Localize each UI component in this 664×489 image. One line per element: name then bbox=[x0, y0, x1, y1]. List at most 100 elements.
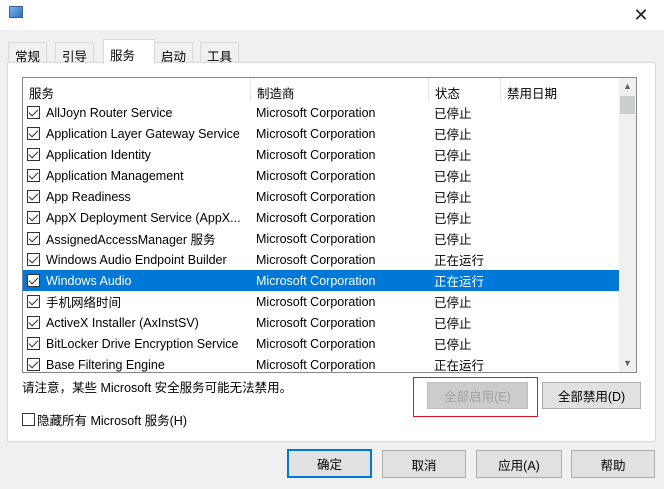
vertical-scrollbar[interactable]: ▲ ▼ bbox=[619, 78, 636, 372]
service-name-cell: Application Identity bbox=[23, 148, 251, 162]
service-name: AllJoyn Router Service bbox=[46, 105, 173, 120]
hide-ms-services[interactable]: 隐藏所有 Microsoft 服务(H) bbox=[22, 410, 187, 429]
service-name-cell: Windows Audio bbox=[23, 274, 251, 288]
service-row[interactable]: Application Layer Gateway Service Microso… bbox=[23, 123, 620, 144]
manufacturer-cell: Microsoft Corporation bbox=[256, 105, 376, 120]
tab-tools[interactable]: 工具 bbox=[200, 42, 240, 64]
scroll-down-icon[interactable]: ▼ bbox=[619, 355, 636, 372]
service-row[interactable]: AppX Deployment Service (AppX... Microsof… bbox=[23, 207, 620, 228]
status-cell: 正在运行 bbox=[434, 359, 485, 373]
list-header: 服务 制造商 状态 禁用日期 bbox=[23, 78, 620, 102]
service-name-cell: 手机网络时间 bbox=[23, 292, 251, 311]
status-cell: 已停止 bbox=[434, 107, 472, 121]
scroll-thumb[interactable] bbox=[620, 96, 635, 114]
manufacturer-cell: Microsoft Corporation bbox=[256, 147, 376, 162]
service-checkbox[interactable] bbox=[27, 148, 40, 161]
services-list[interactable]: 服务 制造商 状态 禁用日期 AllJoyn Router Service Mic… bbox=[22, 77, 637, 373]
service-row[interactable]: Application Identity Microsoft Corporatio… bbox=[23, 144, 620, 165]
status-cell: 正在运行 bbox=[434, 275, 485, 289]
service-name-cell: AllJoyn Router Service bbox=[23, 106, 251, 120]
tab-general[interactable]: 常规 bbox=[8, 42, 48, 64]
close-button[interactable]: ✕ bbox=[618, 0, 664, 30]
apply-button[interactable]: 应用(A) bbox=[476, 450, 562, 478]
title-bar: ✕ bbox=[0, 0, 664, 30]
ok-button[interactable]: 确定 bbox=[287, 449, 372, 478]
service-name: AssignedAccessManager 服务 bbox=[46, 233, 216, 247]
service-name-cell: AssignedAccessManager 服务 bbox=[23, 229, 251, 248]
hide-ms-checkbox[interactable] bbox=[22, 413, 35, 426]
enable-all-button[interactable]: 全部启用(E) bbox=[427, 382, 528, 409]
system-config-icon bbox=[9, 6, 23, 18]
service-name: Application Layer Gateway Service bbox=[46, 126, 240, 141]
status-cell: 已停止 bbox=[434, 170, 472, 184]
service-name-cell: Application Layer Gateway Service bbox=[23, 127, 251, 141]
service-checkbox[interactable] bbox=[27, 337, 40, 350]
status-cell: 已停止 bbox=[434, 212, 472, 226]
service-row[interactable]: ActiveX Installer (AxInstSV) Microsoft Co… bbox=[23, 312, 620, 333]
service-name: App Readiness bbox=[46, 189, 131, 204]
manufacturer-cell: Microsoft Corporation bbox=[256, 210, 376, 225]
status-cell: 已停止 bbox=[434, 149, 472, 163]
tab-boot[interactable]: 引导 bbox=[55, 42, 95, 64]
service-checkbox[interactable] bbox=[27, 127, 40, 140]
service-checkbox[interactable] bbox=[27, 316, 40, 329]
manufacturer-cell: Microsoft Corporation bbox=[256, 252, 376, 267]
cancel-button[interactable]: 取消 bbox=[382, 450, 466, 478]
service-checkbox[interactable] bbox=[27, 106, 40, 119]
service-name: Windows Audio bbox=[46, 273, 132, 288]
service-checkbox[interactable] bbox=[27, 232, 40, 245]
manufacturer-cell: Microsoft Corporation bbox=[256, 315, 376, 330]
service-row[interactable]: 手机网络时间 Microsoft Corporation 已停止 bbox=[23, 291, 620, 312]
security-note: 请注意，某些 Microsoft 安全服务可能无法禁用。 bbox=[22, 381, 293, 395]
service-row[interactable]: AssignedAccessManager 服务 Microsoft Corpor… bbox=[23, 228, 620, 249]
service-name: BitLocker Drive Encryption Service bbox=[46, 336, 239, 351]
service-checkbox[interactable] bbox=[27, 211, 40, 224]
status-cell: 已停止 bbox=[434, 296, 472, 310]
status-cell: 已停止 bbox=[434, 191, 472, 205]
service-name: 手机网络时间 bbox=[46, 296, 122, 310]
service-name-cell: Application Management bbox=[23, 169, 251, 183]
column-service[interactable]: 服务 bbox=[23, 78, 251, 102]
service-name-cell: AppX Deployment Service (AppX... bbox=[23, 211, 251, 225]
status-cell: 正在运行 bbox=[434, 254, 485, 268]
column-disabled-date[interactable]: 禁用日期 bbox=[501, 78, 620, 102]
service-checkbox[interactable] bbox=[27, 190, 40, 203]
manufacturer-cell: Microsoft Corporation bbox=[256, 168, 376, 183]
service-name: Application Management bbox=[46, 168, 184, 183]
service-checkbox[interactable] bbox=[27, 169, 40, 182]
manufacturer-cell: Microsoft Corporation bbox=[256, 189, 376, 204]
service-row[interactable]: Windows Audio Microsoft Corporation 正在运行 bbox=[23, 270, 620, 291]
service-row[interactable]: BitLocker Drive Encryption Service Micros… bbox=[23, 333, 620, 354]
tab-services[interactable]: 服务 bbox=[103, 39, 155, 64]
manufacturer-cell: Microsoft Corporation bbox=[256, 273, 376, 288]
service-row[interactable]: Windows Audio Endpoint Builder Microsoft … bbox=[23, 249, 620, 270]
service-checkbox[interactable] bbox=[27, 274, 40, 287]
hide-ms-label: 隐藏所有 Microsoft 服务(H) bbox=[37, 414, 188, 428]
service-row[interactable]: App Readiness Microsoft Corporation 已停止 bbox=[23, 186, 620, 207]
service-name-cell: ActiveX Installer (AxInstSV) bbox=[23, 316, 251, 330]
service-row[interactable]: AllJoyn Router Service Microsoft Corporat… bbox=[23, 102, 620, 123]
disable-all-button[interactable]: 全部禁用(D) bbox=[542, 382, 641, 409]
tab-startup[interactable]: 启动 bbox=[154, 42, 194, 64]
service-row[interactable]: Base Filtering Engine Microsoft Corporati… bbox=[23, 354, 620, 373]
column-manufacturer[interactable]: 制造商 bbox=[251, 78, 429, 102]
service-row[interactable]: Application Management Microsoft Corporat… bbox=[23, 165, 620, 186]
status-cell: 已停止 bbox=[434, 317, 472, 331]
help-button[interactable]: 帮助 bbox=[571, 450, 655, 478]
status-cell: 已停止 bbox=[434, 128, 472, 142]
service-name: Application Identity bbox=[46, 147, 151, 162]
manufacturer-cell: Microsoft Corporation bbox=[256, 126, 376, 141]
service-checkbox[interactable] bbox=[27, 358, 40, 371]
scroll-up-icon[interactable]: ▲ bbox=[619, 78, 636, 95]
service-checkbox[interactable] bbox=[27, 295, 40, 308]
status-cell: 已停止 bbox=[434, 233, 472, 247]
service-name-cell: Windows Audio Endpoint Builder bbox=[23, 253, 251, 267]
service-checkbox[interactable] bbox=[27, 253, 40, 266]
service-name: AppX Deployment Service (AppX... bbox=[46, 210, 241, 225]
manufacturer-cell: Microsoft Corporation bbox=[256, 357, 376, 372]
status-cell: 已停止 bbox=[434, 338, 472, 352]
column-status[interactable]: 状态 bbox=[429, 78, 501, 102]
service-name: Windows Audio Endpoint Builder bbox=[46, 252, 227, 267]
service-name-cell: Base Filtering Engine bbox=[23, 358, 251, 372]
service-name-cell: BitLocker Drive Encryption Service bbox=[23, 337, 251, 351]
